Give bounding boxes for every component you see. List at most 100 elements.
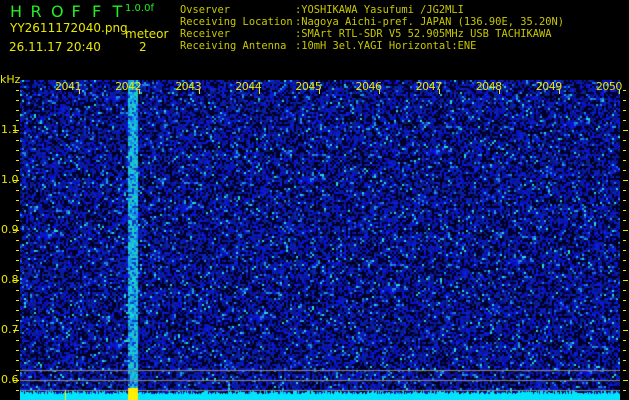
frequency-minor-tick-right	[623, 140, 626, 141]
spectrogram	[20, 80, 620, 400]
time-tick	[139, 89, 140, 94]
meteor-label: meteor	[125, 27, 169, 41]
frequency-minor-tick-right	[623, 300, 626, 301]
station-info: Ovserver:YOSHIKAWA Yasufumi /JG2MLI Rece…	[180, 4, 625, 54]
frequency-minor-tick-right	[623, 110, 626, 111]
datetime-label: 26.11.17 20:40	[9, 40, 101, 54]
frequency-tick	[13, 330, 19, 331]
frequency-tick	[13, 180, 19, 181]
frequency-minor-tick-right	[623, 340, 626, 341]
info-value: :YOSHIKAWA Yasufumi /JG2MLI	[295, 4, 464, 16]
frequency-minor-tick	[16, 210, 19, 211]
frequency-minor-tick-right	[623, 290, 626, 291]
frequency-minor-tick	[16, 250, 19, 251]
frequency-minor-tick	[16, 270, 19, 271]
frequency-tick-right	[623, 180, 628, 181]
frequency-minor-tick-right	[623, 320, 626, 321]
time-tick	[559, 89, 560, 94]
logo-letter: F	[92, 2, 102, 21]
time-tick	[259, 89, 260, 94]
frequency-minor-tick-right	[623, 360, 626, 361]
frequency-minor-tick-right	[623, 170, 626, 171]
logo-letter: F	[71, 2, 81, 21]
info-row-location: Receiving Location:Nagoya Aichi-pref. JA…	[180, 16, 564, 28]
info-key: Receiver	[180, 28, 231, 40]
time-tick	[499, 89, 500, 94]
info-row-observer: Ovserver:YOSHIKAWA Yasufumi /JG2MLI	[180, 4, 464, 16]
time-tick	[439, 89, 440, 94]
info-value: :Nagoya Aichi-pref. JAPAN (136.90E, 35.2…	[295, 16, 564, 28]
frequency-minor-tick	[16, 370, 19, 371]
info-row-antenna: Receiving Antenna:10mH 3el.YAGI Horizont…	[180, 40, 476, 52]
frequency-minor-tick	[16, 360, 19, 361]
frequency-minor-tick	[16, 290, 19, 291]
logo-letter: H	[10, 2, 23, 21]
frequency-minor-tick-right	[623, 250, 626, 251]
frequency-minor-tick	[16, 390, 19, 391]
frequency-minor-tick	[16, 190, 19, 191]
frequency-tick	[13, 280, 19, 281]
time-label: 2049	[535, 80, 563, 93]
frequency-minor-tick-right	[623, 160, 626, 161]
frequency-minor-tick	[16, 220, 19, 221]
frequency-tick	[13, 130, 19, 131]
frequency-minor-tick-right	[623, 240, 626, 241]
frequency-tick-right	[623, 280, 628, 281]
frequency-tick	[13, 230, 19, 231]
frequency-minor-tick	[16, 160, 19, 161]
time-label: 2044	[235, 80, 262, 93]
frequency-minor-tick	[16, 150, 19, 151]
time-tick	[79, 89, 80, 94]
frequency-minor-tick	[16, 260, 19, 261]
logo-letter: R	[30, 2, 42, 21]
time-label: 2050	[595, 80, 623, 93]
frequency-minor-tick	[16, 340, 19, 341]
time-tick	[379, 89, 380, 94]
frequency-tick-right	[623, 230, 628, 231]
frequency-minor-tick-right	[623, 370, 626, 371]
time-tick	[199, 89, 200, 94]
frequency-tick-right	[623, 330, 628, 331]
frequency-tick	[13, 380, 19, 381]
frequency-minor-tick-right	[623, 350, 626, 351]
frequency-minor-tick-right	[623, 200, 626, 201]
frequency-minor-tick	[16, 110, 19, 111]
frequency-minor-tick-right	[623, 270, 626, 271]
info-key: Receiving Location	[180, 16, 293, 28]
app-logo: HROFFT	[10, 2, 133, 21]
info-value: :SMArt RTL-SDR V5 52.905MHz USB TACHIKAW…	[295, 28, 552, 40]
frequency-minor-tick-right	[623, 100, 626, 101]
frequency-unit-label: kHz	[0, 73, 21, 86]
frequency-minor-tick	[16, 240, 19, 241]
frequency-minor-tick	[16, 140, 19, 141]
frequency-minor-tick	[16, 300, 19, 301]
time-label: 2043	[175, 80, 202, 93]
time-label: 2041	[55, 80, 82, 93]
frequency-minor-tick-right	[623, 190, 626, 191]
logo-letter: O	[51, 2, 64, 21]
frequency-minor-tick	[16, 320, 19, 321]
frequency-minor-tick	[16, 350, 19, 351]
meteor-count: 2	[139, 40, 147, 54]
time-label: 2045	[295, 80, 322, 93]
time-tick	[319, 89, 320, 94]
frequency-minor-tick-right	[623, 390, 626, 391]
frequency-minor-tick-right	[623, 120, 626, 121]
frequency-minor-tick-right	[623, 260, 626, 261]
frequency-tick-right	[623, 130, 628, 131]
frequency-minor-tick-right	[623, 220, 626, 221]
time-label: 2047	[415, 80, 443, 93]
info-value: :10mH 3el.YAGI Horizontal:ENE	[295, 40, 477, 52]
frequency-minor-tick	[16, 90, 19, 91]
frequency-minor-tick	[16, 200, 19, 201]
frequency-minor-tick-right	[623, 210, 626, 211]
info-row-receiver: Receiver :SMArt RTL-SDR V5 52.905MHz USB …	[180, 28, 551, 40]
version-label: 1.0.0f	[125, 3, 154, 14]
frequency-minor-tick	[16, 170, 19, 171]
time-tick	[619, 89, 620, 94]
frequency-minor-tick	[16, 310, 19, 311]
time-label: 2046	[355, 80, 383, 93]
time-label: 2048	[475, 80, 503, 93]
filename-label: YY2611172040.png	[10, 21, 128, 35]
frequency-minor-tick	[16, 120, 19, 121]
